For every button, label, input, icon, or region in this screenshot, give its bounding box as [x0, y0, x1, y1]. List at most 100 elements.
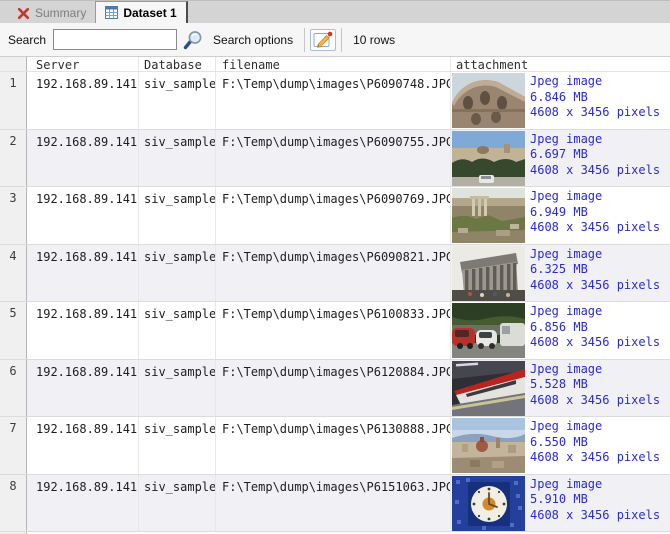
header-database[interactable]: Database	[139, 57, 216, 71]
cell-attachment: Jpeg image 6.550 MB 4608 x 3456 pixels	[451, 417, 670, 474]
cell-server: 192.168.89.141	[27, 360, 139, 417]
attachment-thumbnail-street-cars[interactable]	[452, 303, 525, 358]
attachment-thumbnail-red-train[interactable]	[452, 361, 525, 416]
row-number[interactable]: 3	[0, 187, 27, 244]
row-number[interactable]: 2	[0, 130, 27, 187]
attachment-type: Jpeg image	[530, 247, 660, 263]
attachment-thumbnail-pantheon[interactable]	[452, 246, 525, 301]
attachment-thumbnail-colosseum[interactable]	[452, 73, 525, 128]
table-row[interactable]: 3 192.168.89.141 siv_sample F:\Temp\dump…	[0, 187, 670, 245]
row-number[interactable]: 7	[0, 417, 27, 474]
cell-filename: F:\Temp\dump\images\P6130888.JPG	[216, 417, 451, 474]
header-filename[interactable]: filename	[216, 57, 451, 71]
grid-header-row: Server Database filename attachment	[0, 57, 670, 72]
attachment-size: 6.550 MB	[530, 435, 660, 451]
cell-server: 192.168.89.141	[27, 130, 139, 187]
table-row[interactable]: 8 192.168.89.141 siv_sample F:\Temp\dump…	[0, 475, 670, 533]
attachment-type: Jpeg image	[530, 304, 660, 320]
search-input[interactable]	[53, 29, 177, 50]
table-grid-icon	[105, 6, 118, 19]
cell-filename: F:\Temp\dump\images\P6100833.JPG	[216, 302, 451, 359]
attachment-dimensions: 4608 x 3456 pixels	[530, 105, 660, 121]
header-attachment[interactable]: attachment	[451, 57, 670, 71]
attachment-dimensions: 4608 x 3456 pixels	[530, 163, 660, 179]
row-count-label: 10 rows	[353, 33, 395, 47]
attachment-type: Jpeg image	[530, 419, 660, 435]
magnifier-icon[interactable]	[183, 30, 203, 50]
cell-server: 192.168.89.141	[27, 417, 139, 474]
cell-server: 192.168.89.141	[27, 475, 139, 532]
table-row[interactable]: 7 192.168.89.141 siv_sample F:\Temp\dump…	[0, 417, 670, 475]
attachment-type: Jpeg image	[530, 477, 660, 493]
cell-server: 192.168.89.141	[27, 187, 139, 244]
tab-summary[interactable]: Summary	[8, 3, 95, 23]
close-icon	[17, 7, 30, 20]
row-number[interactable]: 4	[0, 245, 27, 302]
cell-filename: F:\Temp\dump\images\P6151063.JPG	[216, 475, 451, 532]
dataset-viewer-window: Summary Dataset 1 Search Search options	[0, 0, 670, 534]
attachment-thumbnail-forum-ruins[interactable]	[452, 188, 525, 243]
cell-database: siv_sample	[139, 187, 216, 244]
table-row[interactable]: 4 192.168.89.141 siv_sample F:\Temp\dump…	[0, 245, 670, 303]
cell-attachment: Jpeg image 6.949 MB 4608 x 3456 pixels	[451, 187, 670, 244]
attachment-type: Jpeg image	[530, 362, 660, 378]
cell-database: siv_sample	[139, 245, 216, 302]
cell-database: siv_sample	[139, 475, 216, 532]
attachment-size: 5.910 MB	[530, 492, 660, 508]
cell-server: 192.168.89.141	[27, 72, 139, 129]
cell-filename: F:\Temp\dump\images\P6090821.JPG	[216, 245, 451, 302]
tab-bar: Summary Dataset 1	[0, 1, 670, 23]
search-label: Search	[8, 33, 46, 47]
attachment-size: 6.697 MB	[530, 147, 660, 163]
toolbar-separator	[341, 28, 342, 52]
tab-dataset-1-label: Dataset 1	[123, 6, 176, 20]
table-row[interactable]: 6 192.168.89.141 siv_sample F:\Temp\dump…	[0, 360, 670, 418]
search-options-button[interactable]: Search options	[207, 29, 299, 51]
attachment-dimensions: 4608 x 3456 pixels	[530, 450, 660, 466]
cell-database: siv_sample	[139, 130, 216, 187]
attachment-type: Jpeg image	[530, 74, 660, 90]
attachment-thumbnail-city-panorama[interactable]	[452, 418, 525, 473]
attachment-dimensions: 4608 x 3456 pixels	[530, 335, 660, 351]
cell-attachment: Jpeg image 6.856 MB 4608 x 3456 pixels	[451, 302, 670, 359]
cell-filename: F:\Temp\dump\images\P6090748.JPG	[216, 72, 451, 129]
cell-filename: F:\Temp\dump\images\P6090755.JPG	[216, 130, 451, 187]
attachment-size: 6.856 MB	[530, 320, 660, 336]
edit-pencil-button[interactable]	[310, 29, 336, 51]
attachment-dimensions: 4608 x 3456 pixels	[530, 278, 660, 294]
cell-filename: F:\Temp\dump\images\P6090769.JPG	[216, 187, 451, 244]
attachment-size: 6.325 MB	[530, 262, 660, 278]
table-row[interactable]: 2 192.168.89.141 siv_sample F:\Temp\dump…	[0, 130, 670, 188]
cell-attachment: Jpeg image 6.697 MB 4608 x 3456 pixels	[451, 130, 670, 187]
row-number[interactable]: 8	[0, 475, 27, 532]
cell-attachment: Jpeg image 6.325 MB 4608 x 3456 pixels	[451, 245, 670, 302]
attachment-size: 5.528 MB	[530, 377, 660, 393]
cell-attachment: Jpeg image 5.528 MB 4608 x 3456 pixels	[451, 360, 670, 417]
cell-attachment: Jpeg image 6.846 MB 4608 x 3456 pixels	[451, 72, 670, 129]
edit-pencil-icon	[313, 31, 333, 49]
attachment-dimensions: 4608 x 3456 pixels	[530, 220, 660, 236]
attachment-dimensions: 4608 x 3456 pixels	[530, 393, 660, 409]
row-number[interactable]: 5	[0, 302, 27, 359]
dataset-grid: Server Database filename attachment 1 19…	[0, 57, 670, 534]
attachment-type: Jpeg image	[530, 189, 660, 205]
attachment-type: Jpeg image	[530, 132, 660, 148]
cell-database: siv_sample	[139, 417, 216, 474]
toolbar-separator	[304, 28, 305, 52]
row-number[interactable]: 1	[0, 72, 27, 129]
cell-filename: F:\Temp\dump\images\P6120884.JPG	[216, 360, 451, 417]
table-row[interactable]: 1 192.168.89.141 siv_sample F:\Temp\dump…	[0, 72, 670, 130]
tab-summary-label: Summary	[35, 6, 86, 20]
attachment-thumbnail-rome-skyline[interactable]	[452, 131, 525, 186]
attachment-dimensions: 4608 x 3456 pixels	[530, 508, 660, 524]
table-row[interactable]: 5 192.168.89.141 siv_sample F:\Temp\dump…	[0, 302, 670, 360]
cell-database: siv_sample	[139, 360, 216, 417]
attachment-thumbnail-mosaic-clock[interactable]	[452, 476, 525, 531]
header-row-number	[0, 57, 27, 71]
cell-server: 192.168.89.141	[27, 245, 139, 302]
tab-dataset-1[interactable]: Dataset 1	[95, 1, 187, 23]
attachment-size: 6.949 MB	[530, 205, 660, 221]
cell-database: siv_sample	[139, 302, 216, 359]
row-number[interactable]: 6	[0, 360, 27, 417]
header-server[interactable]: Server	[27, 57, 139, 71]
